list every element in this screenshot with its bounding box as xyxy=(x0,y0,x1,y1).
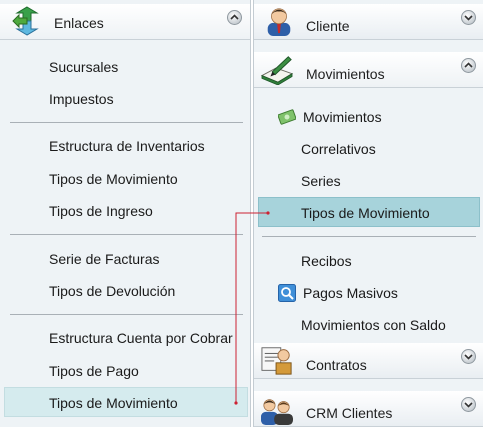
chevron-down-icon[interactable] xyxy=(461,349,476,364)
divider xyxy=(10,122,243,123)
green-arrows-icon xyxy=(12,6,39,36)
movimientos-title: Movimientos xyxy=(306,66,385,82)
enlaces-header[interactable]: Enlaces xyxy=(0,4,250,40)
movimientos-header[interactable]: Movimientos xyxy=(254,52,483,88)
link-tipos-movimiento[interactable]: Tipos de Movimiento xyxy=(301,205,430,221)
link-recibos[interactable]: Recibos xyxy=(301,253,352,269)
chevron-up-icon[interactable] xyxy=(227,10,242,25)
divider xyxy=(10,314,243,315)
enlaces-panel: Enlaces Sucursales Impuestos Estructura … xyxy=(0,0,251,427)
cliente-header[interactable]: Cliente xyxy=(254,4,483,40)
users-icon xyxy=(261,399,293,425)
chevron-down-icon[interactable] xyxy=(461,10,476,25)
crm-clientes-title: CRM Clientes xyxy=(306,405,393,421)
chevron-up-icon[interactable] xyxy=(461,58,476,73)
link-movimientos-con-saldo[interactable]: Movimientos con Saldo xyxy=(301,317,446,333)
link-impuestos[interactable]: Impuestos xyxy=(49,91,114,107)
contratos-header[interactable]: Contratos xyxy=(254,343,483,379)
link-tipos-movimiento-inv[interactable]: Tipos de Movimiento xyxy=(49,171,178,187)
link-serie-facturas[interactable]: Serie de Facturas xyxy=(49,251,160,267)
contracts-icon xyxy=(261,347,292,375)
modules-panel: Cliente Movimientos Movimientos Correlat… xyxy=(253,0,483,427)
link-correlativos[interactable]: Correlativos xyxy=(301,141,376,157)
divider xyxy=(10,234,243,235)
contratos-title: Contratos xyxy=(306,357,367,373)
link-tipos-pago[interactable]: Tipos de Pago xyxy=(49,363,139,379)
crm-clientes-header[interactable]: CRM Clientes xyxy=(254,391,483,427)
money-icon xyxy=(278,109,296,125)
link-estructura-inventarios[interactable]: Estructura de Inventarios xyxy=(49,138,205,154)
link-tipos-devolucion[interactable]: Tipos de Devolución xyxy=(49,283,175,299)
divider xyxy=(262,236,476,237)
link-pagos-masivos[interactable]: Pagos Masivos xyxy=(303,285,398,301)
chevron-down-icon[interactable] xyxy=(461,397,476,412)
link-movimientos[interactable]: Movimientos xyxy=(303,109,382,125)
cliente-title: Cliente xyxy=(306,18,350,34)
link-sucursales[interactable]: Sucursales xyxy=(49,59,118,75)
enlaces-title: Enlaces xyxy=(54,15,104,31)
link-series[interactable]: Series xyxy=(301,173,341,189)
user-icon xyxy=(267,8,291,36)
link-tipos-movimiento-selected[interactable]: Tipos de Movimiento xyxy=(49,395,178,411)
link-tipos-ingreso[interactable]: Tipos de Ingreso xyxy=(49,203,153,219)
ledger-pen-icon xyxy=(260,56,294,85)
link-estructura-cxc[interactable]: Estructura Cuenta por Cobrar xyxy=(49,330,233,346)
search-icon xyxy=(278,284,296,302)
